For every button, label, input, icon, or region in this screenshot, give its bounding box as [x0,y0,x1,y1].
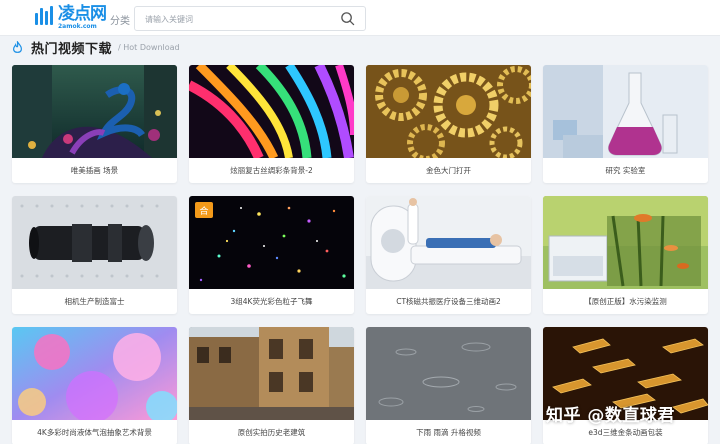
video-card[interactable]: e3d三维金条动画包装 [543,327,708,444]
video-thumbnail[interactable] [12,327,177,420]
original-badge: 合 [195,202,213,218]
video-thumbnail[interactable] [366,65,531,158]
video-title[interactable]: 金色大门打开 [366,158,531,183]
search-box [134,6,366,31]
logo-name: 凌点网 [58,4,107,24]
logo-domain: 2amok.com [58,23,97,30]
logo-bars-icon [34,6,56,28]
watermark: 知乎 @数直球君 [546,406,675,426]
video-title[interactable]: 【原创正版】水污染监测 [543,289,708,314]
video-card[interactable]: CT核磁共振医疗设备三维动画2 [366,196,531,314]
video-card[interactable]: 研究 实验室 [543,65,708,183]
search-input[interactable] [145,12,335,26]
top-header: 凌点网 2amok.com 分类 [0,0,720,36]
section-title: 热门视频下载 [31,41,113,57]
video-card[interactable]: 4K多彩时尚液体气泡抽象艺术背景 [12,327,177,444]
video-card[interactable]: 唯美插画 场景 [12,65,177,183]
nav-category-link[interactable]: 分类 [110,12,130,27]
video-title[interactable]: 研究 实验室 [543,158,708,183]
video-card[interactable]: 金色大门打开 [366,65,531,183]
video-title[interactable]: CT核磁共振医疗设备三维动画2 [366,289,531,314]
video-title[interactable]: 炫丽复古丝绸彩条背景-2 [189,158,354,183]
video-thumbnail[interactable] [543,196,708,289]
video-card[interactable]: 原创实拍历史老建筑 [189,327,354,444]
video-card[interactable]: 相机生产制造富士 [12,196,177,314]
video-title[interactable]: 4K多彩时尚液体气泡抽象艺术背景 [12,420,177,444]
video-title[interactable]: 下雨 雨滴 升格视频 [366,420,531,444]
video-title[interactable]: 相机生产制造富士 [12,289,177,314]
flame-icon [13,40,22,53]
video-title[interactable]: 原创实拍历史老建筑 [189,420,354,444]
video-thumbnail[interactable] [12,65,177,158]
video-card[interactable]: 下雨 雨滴 升格视频 [366,327,531,444]
video-thumbnail[interactable]: 合 [189,196,354,289]
video-card[interactable]: 合 3组4K荧光彩色粒子飞舞 [189,196,354,314]
section-subtitle: / Hot Download [118,42,180,52]
video-thumbnail[interactable] [189,65,354,158]
video-card[interactable]: 【原创正版】水污染监测 [543,196,708,314]
search-icon[interactable] [340,11,355,26]
video-title[interactable]: 唯美插画 场景 [12,158,177,183]
video-title[interactable]: 3组4K荧光彩色粒子飞舞 [189,289,354,314]
video-thumbnail[interactable] [543,65,708,158]
video-thumbnail[interactable] [366,327,531,420]
video-thumbnail[interactable] [366,196,531,289]
video-thumbnail[interactable] [189,327,354,420]
site-logo[interactable]: 凌点网 2amok.com [34,4,107,34]
section-heading: 热门视频下载 / Hot Download [12,38,180,57]
video-thumbnail[interactable] [12,196,177,289]
video-card[interactable]: 炫丽复古丝绸彩条背景-2 [189,65,354,183]
